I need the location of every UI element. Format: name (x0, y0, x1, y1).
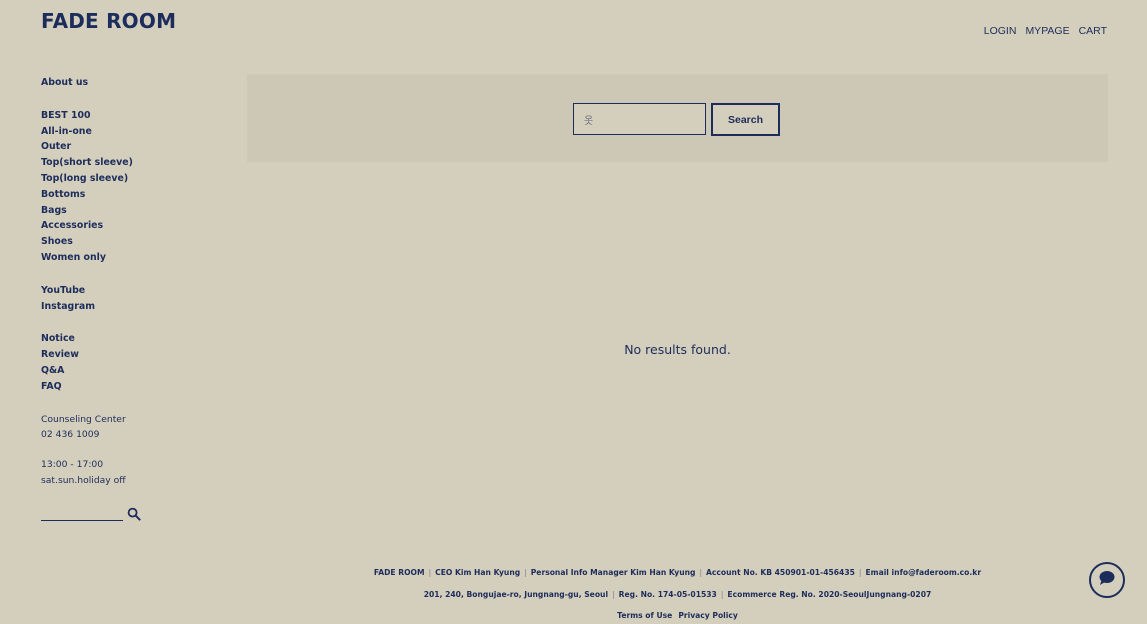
footer: FADE ROOM | CEO Kim Han Kyung | Personal Inf… (247, 566, 1108, 624)
terms-of-use-link[interactable]: Terms of Use (617, 611, 672, 620)
sidebar-item-best-100[interactable]: BEST 100 (41, 108, 191, 124)
sidebar-search (41, 505, 141, 521)
footer-address-row: 201, 240, Bongujae-ro, Jungnang-gu, Seou… (247, 588, 1108, 610)
page: FADE ROOM LOGIN MYPAGE CART About us BES… (0, 0, 1147, 624)
sidebar-item-all-in-one[interactable]: All-in-one (41, 124, 191, 140)
no-results-message: No results found. (624, 342, 731, 357)
sidebar-item-review[interactable]: Review (41, 347, 191, 363)
sidebar: About us BEST 100 All-in-one Outer Top(s… (41, 75, 191, 503)
sidebar-item-women-only[interactable]: Women only (41, 250, 191, 266)
login-link[interactable]: LOGIN (984, 25, 1017, 37)
sidebar-item-instagram[interactable]: Instagram (41, 299, 191, 315)
sidebar-about-group: About us (41, 75, 191, 91)
sidebar-category-group: BEST 100 All-in-one Outer Top(short slee… (41, 108, 191, 266)
footer-separator: | (612, 589, 615, 599)
privacy-policy-link[interactable]: Privacy Policy (678, 611, 738, 620)
sidebar-item-outer[interactable]: Outer (41, 139, 191, 155)
sidebar-item-shoes[interactable]: Shoes (41, 234, 191, 250)
footer-reg-no: Reg. No. 174-05-01533 (618, 589, 717, 599)
sidebar-item-youtube[interactable]: YouTube (41, 283, 191, 299)
footer-separator: | (720, 589, 724, 599)
footer-separator: | (858, 568, 862, 577)
cart-link[interactable]: CART (1079, 25, 1107, 37)
search-icon[interactable] (127, 506, 141, 521)
chat-button[interactable] (1089, 562, 1125, 598)
sidebar-item-qna[interactable]: Q&A (41, 363, 191, 379)
footer-info-manager: Personal Info Manager Kim Han Kyung (530, 568, 696, 577)
sidebar-item-notice[interactable]: Notice (41, 331, 191, 347)
sidebar-community-group: Notice Review Q&A FAQ (41, 331, 191, 394)
sidebar-social-group: YouTube Instagram (41, 283, 191, 315)
sidebar-search-input[interactable] (41, 505, 123, 521)
footer-account: Account No. KB 450901-01-456435 (706, 568, 855, 577)
footer-separator: | (699, 568, 703, 577)
sidebar-item-top-long-sleeve[interactable]: Top(long sleeve) (41, 171, 191, 187)
business-hours: 13:00 - 17:00 sat.sun.holiday off (41, 457, 191, 489)
top-nav: LOGIN MYPAGE CART (984, 25, 1107, 37)
counseling-phone: 02 436 1009 (41, 429, 100, 441)
off-days-text: sat.sun.holiday off (41, 474, 126, 486)
hours-text: 13:00 - 17:00 (41, 459, 104, 471)
mypage-link[interactable]: MYPAGE (1025, 25, 1069, 37)
sidebar-item-about-us[interactable]: About us (41, 75, 191, 91)
footer-separator: | (428, 568, 432, 577)
search-input[interactable] (573, 103, 706, 135)
counseling-label: Counseling Center (41, 413, 126, 425)
footer-ceo: CEO Kim Han Kyung (435, 568, 521, 577)
sidebar-item-bags[interactable]: Bags (41, 203, 191, 219)
counseling-info: Counseling Center 02 436 1009 (41, 412, 191, 444)
site-logo[interactable]: FADE ROOM (41, 9, 176, 33)
search-panel: Search (247, 74, 1108, 162)
chat-bubble-icon (1098, 570, 1116, 590)
footer-separator: | (524, 568, 527, 577)
footer-company-name: FADE ROOM (373, 568, 425, 577)
footer-email: Email info@faderoom.co.kr (865, 568, 982, 577)
footer-ecommerce-reg: Ecommerce Reg. No. 2020-SeoulJungnang-02… (727, 589, 932, 599)
sidebar-item-faq[interactable]: FAQ (41, 379, 191, 395)
footer-company-row: FADE ROOM | CEO Kim Han Kyung | Personal Inf… (247, 566, 1108, 588)
sidebar-item-accessories[interactable]: Accessories (41, 218, 191, 234)
sidebar-item-top-short-sleeve[interactable]: Top(short sleeve) (41, 155, 191, 171)
footer-links-row: Terms of Use Privacy Policy (247, 609, 1108, 624)
footer-address: 201, 240, Bongujae-ro, Jungnang-gu, Seou… (423, 589, 609, 599)
search-button[interactable]: Search (711, 103, 780, 136)
sidebar-item-bottoms[interactable]: Bottoms (41, 187, 191, 203)
